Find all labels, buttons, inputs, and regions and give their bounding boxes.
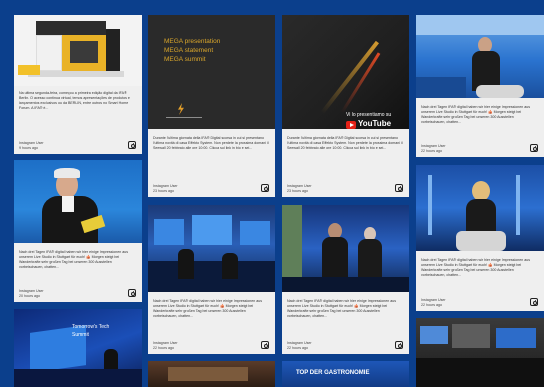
post-caption: Nach drei Tagen IFA® digital haben wir h…	[19, 250, 129, 269]
post-image[interactable]: Vi lo presentiamo su YouTube	[282, 15, 409, 129]
post-image[interactable]: Tomorrow's Tech Summit	[14, 309, 142, 387]
post-card[interactable]: TOP DER GASTRONOMIE	[282, 361, 409, 387]
post-time: 22 hours ago	[421, 149, 442, 153]
post-image[interactable]: TOP DER GASTRONOMIE	[282, 361, 409, 387]
post-image[interactable]	[14, 15, 142, 86]
post-card[interactable]	[416, 318, 544, 387]
post-card[interactable]: Na ultima segunda-feira, começou a prime…	[14, 15, 142, 154]
post-image[interactable]	[148, 205, 275, 292]
post-card[interactable]: Nach drei Tagen IFA® digital haben wir h…	[14, 160, 142, 302]
social-wall: Na ultima segunda-feira, começou a prime…	[0, 0, 544, 387]
post-image[interactable]	[282, 205, 409, 292]
post-image[interactable]	[416, 318, 544, 387]
post-caption: Durante l'ultima giornata della IFA® Dig…	[287, 136, 403, 150]
post-image[interactable]	[148, 361, 275, 387]
post-time: 23 hours ago	[153, 189, 174, 193]
post-time: 22 hours ago	[153, 346, 174, 350]
post-caption: Na ultima segunda-feira, começou a prime…	[19, 91, 130, 110]
post-card[interactable]: MEGA presentation MEGA statement MEGA su…	[148, 15, 275, 197]
post-card[interactable]: Nach drei Tagen IFA® digital haben wir h…	[148, 205, 275, 354]
instagram-icon[interactable]	[261, 184, 269, 192]
post-image-text: TOP DER GASTRONOMIE	[296, 370, 370, 376]
youtube-icon	[346, 121, 356, 129]
post-card[interactable]: Nach drei Tagen IFA® digital haben wir h…	[282, 205, 409, 354]
youtube-wordmark: YouTube	[358, 119, 392, 128]
post-image-text: Vi lo presentiamo su	[346, 112, 392, 118]
post-caption: Durante l'ultima giornata della IFA® Dig…	[153, 136, 269, 150]
post-image[interactable]	[14, 160, 142, 243]
instagram-icon[interactable]	[128, 141, 136, 149]
post-card[interactable]: Vi lo presentiamo su YouTube Durante l'u…	[282, 15, 409, 197]
post-card[interactable]: Tomorrow's Tech Summit	[14, 309, 142, 387]
post-caption: Nach drei Tagen IFA® digital haben wir h…	[287, 299, 397, 318]
post-time: 20 hours ago	[19, 294, 40, 298]
instagram-icon[interactable]	[395, 341, 403, 349]
post-time: 22 hours ago	[421, 303, 442, 307]
post-time: 22 hours ago	[287, 346, 308, 350]
post-card[interactable]	[148, 361, 275, 387]
post-caption: Nach drei Tagen IFA® digital haben wir h…	[421, 105, 531, 124]
post-caption: Nach drei Tagen IFA® digital haben wir h…	[421, 258, 531, 277]
post-card[interactable]: Nach drei Tagen IFA® digital haben wir h…	[416, 165, 544, 311]
post-image-text: MEGA presentation MEGA statement MEGA su…	[164, 38, 221, 63]
post-image-text: Tomorrow's Tech Summit	[72, 324, 110, 338]
post-image[interactable]	[416, 15, 544, 98]
instagram-icon[interactable]	[530, 144, 538, 152]
instagram-icon[interactable]	[395, 184, 403, 192]
post-card[interactable]: Nach drei Tagen IFA® digital haben wir h…	[416, 15, 544, 157]
post-time: 23 hours ago	[287, 189, 308, 193]
post-image[interactable]: MEGA presentation MEGA statement MEGA su…	[148, 15, 275, 129]
post-time: 9 hours ago	[19, 146, 38, 150]
instagram-icon[interactable]	[261, 341, 269, 349]
post-caption: Nach drei Tagen IFA® digital haben wir h…	[153, 299, 263, 318]
instagram-icon[interactable]	[530, 298, 538, 306]
post-image[interactable]	[416, 165, 544, 251]
instagram-icon[interactable]	[128, 289, 136, 297]
